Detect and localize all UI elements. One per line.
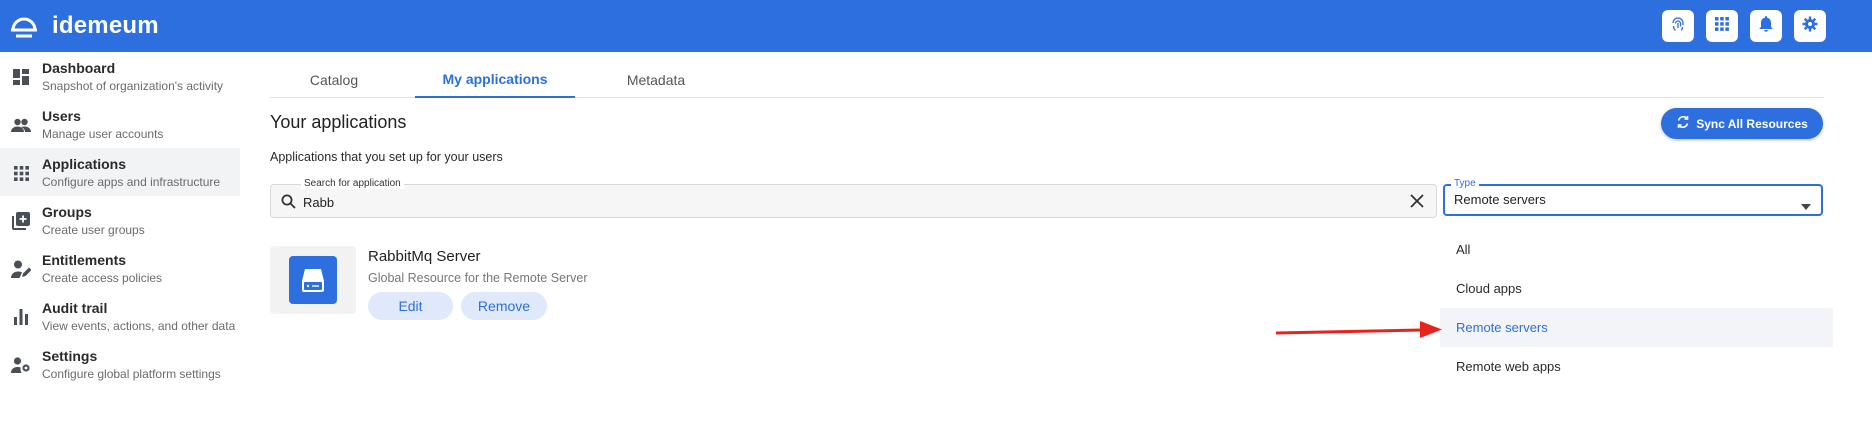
clear-search-icon[interactable] (1410, 194, 1424, 213)
idemeum-logo-icon (10, 14, 38, 38)
dashboard-icon (11, 67, 31, 87)
sidebar-item-subtitle: Configure global platform settings (42, 366, 221, 381)
sync-all-resources-button[interactable]: Sync All Resources (1661, 108, 1823, 139)
top-bar: idemeum (0, 0, 1872, 52)
search-field[interactable]: Search for application (270, 178, 1437, 218)
dropdown-option-cloud-apps[interactable]: Cloud apps (1440, 269, 1833, 308)
sync-icon (1676, 115, 1690, 132)
fingerprint-button[interactable] (1662, 10, 1694, 42)
settings-button[interactable] (1794, 10, 1826, 42)
sidebar-item-title: Applications (42, 155, 127, 172)
top-actions (1662, 10, 1826, 42)
apps-grid-button[interactable] (1706, 10, 1738, 42)
remove-button[interactable]: Remove (461, 292, 547, 320)
search-icon (281, 194, 296, 214)
groups-icon (11, 211, 31, 231)
type-label: Type (1451, 178, 1479, 189)
search-input[interactable] (303, 192, 1383, 212)
sidebar-item-title: Groups (42, 203, 92, 220)
brand-logo[interactable]: idemeum (10, 12, 159, 40)
sidebar-item-settings[interactable]: Settings Configure global platform setti… (0, 340, 240, 388)
sidebar-item-subtitle: Create user groups (42, 222, 145, 237)
type-dropdown-menu: All Cloud apps Remote servers Remote web… (1440, 230, 1833, 388)
application-description: Global Resource for the Remote Server (368, 271, 588, 285)
dropdown-option-remote-web-apps[interactable]: Remote web apps (1440, 347, 1833, 386)
fingerprint-icon (1670, 16, 1686, 37)
application-thumbnail (270, 246, 356, 314)
tab-metadata[interactable]: Metadata (592, 62, 720, 98)
bar-chart-icon (11, 307, 31, 327)
notifications-button[interactable] (1750, 10, 1782, 42)
sync-all-resources-label: Sync All Resources (1696, 116, 1808, 131)
sidebar-item-title: Audit trail (42, 299, 108, 316)
sidebar-nav: Dashboard Snapshot of organization's act… (0, 52, 240, 439)
tab-catalog[interactable]: Catalog (270, 62, 398, 98)
sidebar-item-applications[interactable]: Applications Configure apps and infrastr… (0, 148, 240, 196)
brand-name: idemeum (52, 12, 159, 39)
dropdown-option-remote-servers[interactable]: Remote servers (1440, 308, 1833, 347)
bell-icon (1759, 15, 1773, 37)
tab-bar: Catalog My applications Metadata (270, 62, 1824, 98)
sidebar-item-audit-trail[interactable]: Audit trail View events, actions, and ot… (0, 292, 240, 340)
type-selected-value: Remote servers (1454, 192, 1546, 207)
sidebar-item-entitlements[interactable]: Entitlements Create access policies (0, 244, 240, 292)
chevron-down-icon (1801, 197, 1811, 215)
edit-button[interactable]: Edit (368, 292, 453, 320)
tab-my-applications[interactable]: My applications (415, 62, 575, 98)
apps-grid-icon (1715, 16, 1729, 36)
application-name[interactable]: RabbitMq Server (368, 248, 481, 265)
sidebar-item-subtitle: Configure apps and infrastructure (42, 174, 221, 189)
users-icon (11, 115, 31, 135)
sidebar-item-subtitle: Snapshot of organization's activity (42, 78, 224, 93)
server-drive-icon (289, 256, 337, 304)
sidebar-item-title: Settings (42, 347, 98, 364)
sidebar-item-title: Entitlements (42, 251, 127, 268)
sidebar-item-users[interactable]: Users Manage user accounts (0, 100, 240, 148)
search-label: Search for application (301, 178, 404, 189)
sidebar-item-subtitle: Manage user accounts (42, 126, 164, 141)
page-title: Your applications (270, 112, 407, 132)
sidebar-item-subtitle: View events, actions, and other data (42, 318, 236, 333)
gear-icon (1802, 16, 1818, 37)
type-select[interactable]: Type Remote servers (1443, 178, 1823, 216)
dropdown-option-all[interactable]: All (1440, 230, 1833, 269)
sidebar-item-groups[interactable]: Groups Create user groups (0, 196, 240, 244)
annotation-arrow-icon (1274, 316, 1444, 345)
sidebar-item-title: Users (42, 107, 81, 124)
sidebar-item-dashboard[interactable]: Dashboard Snapshot of organization's act… (0, 52, 240, 100)
sidebar-item-subtitle: Create access policies (42, 270, 163, 285)
settings-user-icon (11, 355, 31, 375)
entitlements-icon (11, 259, 31, 279)
apps-grid-icon (11, 163, 31, 183)
page-subtitle: Applications that you set up for your us… (270, 150, 503, 164)
sidebar-item-title: Dashboard (42, 59, 116, 76)
